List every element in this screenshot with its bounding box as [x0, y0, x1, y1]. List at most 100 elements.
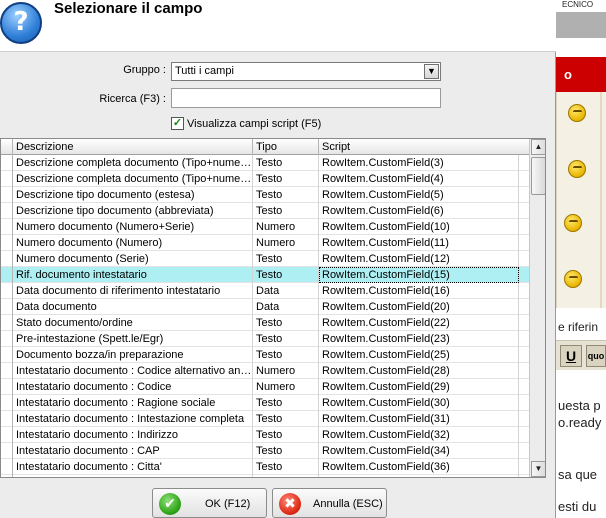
cell-tipo: Testo [253, 267, 319, 283]
table-row[interactable]: Intestatario documento : Citta' Testo RowI… [1, 459, 529, 475]
cell-tipo [253, 475, 319, 477]
ok-button[interactable]: ✔ OK (F12) [152, 488, 267, 518]
background-red-bar: o [556, 57, 606, 92]
table-row[interactable]: Rif. documento intestatario Testo RowItem.… [1, 267, 529, 283]
cell-descrizione: Data documento [13, 299, 253, 315]
cell-descrizione: Pre-intestazione (Spett.le/Egr) [13, 331, 253, 347]
cell-script: RowItem.CustomField(31) [319, 411, 519, 427]
background-text-line: esti du [558, 499, 597, 514]
cell-tipo: Testo [253, 411, 319, 427]
panel-divider [600, 92, 602, 308]
table-row[interactable]: Descrizione tipo documento (abbreviata) T… [1, 203, 529, 219]
table-row[interactable]: Numero documento (Serie) Testo RowItem.Cus… [1, 251, 529, 267]
table-row[interactable]: Stato documento/ordine Testo RowItem.Custo… [1, 315, 529, 331]
scroll-up-icon[interactable]: ▲ [531, 139, 545, 155]
emoticon-icon[interactable] [568, 104, 586, 122]
cancel-button[interactable]: ✖ Annulla (ESC) [272, 488, 387, 518]
table-row[interactable]: Documento bozza/in preparazione Testo RowI… [1, 347, 529, 363]
quote-button[interactable]: quo [586, 345, 606, 367]
cell-tipo: Testo [253, 315, 319, 331]
table-row[interactable]: Intestatario documento : Codice alternat… [1, 363, 529, 379]
cell-script: RowItem.CustomField(20) [319, 299, 519, 315]
table-row[interactable]: Intestatario documento : Ragione sociale… [1, 395, 529, 411]
column-header-descrizione[interactable]: Descrizione [13, 139, 253, 155]
cell-script: RowItem.CustomField(32) [319, 427, 519, 443]
cell-tipo: Data [253, 283, 319, 299]
table-row[interactable] [1, 475, 529, 477]
table-row[interactable]: Data documento di riferimento intestatar… [1, 283, 529, 299]
cell-tipo: Testo [253, 347, 319, 363]
row-indicator [1, 475, 13, 477]
row-indicator [1, 267, 13, 283]
cell-descrizione: Intestatario documento : Citta' [13, 459, 253, 475]
cell-tipo: Testo [253, 251, 319, 267]
cell-tipo: Testo [253, 155, 319, 171]
row-indicator [1, 219, 13, 235]
cell-descrizione: Descrizione tipo documento (estesa) [13, 187, 253, 203]
cell-descrizione [13, 475, 253, 477]
table-row[interactable]: Intestatario documento : CAP Testo RowItem… [1, 443, 529, 459]
cell-descrizione: Intestatario documento : Ragione sociale [13, 395, 253, 411]
table-row[interactable]: Descrizione tipo documento (estesa) Testo… [1, 187, 529, 203]
cell-script: RowItem.CustomField(30) [319, 395, 519, 411]
table-row[interactable]: Pre-intestazione (Spett.le/Egr) Testo RowI… [1, 331, 529, 347]
cell-tipo: Testo [253, 443, 319, 459]
cell-script: RowItem.CustomField(4) [319, 171, 519, 187]
table-row[interactable]: Descrizione completa documento (Tipo+num… [1, 171, 529, 187]
gruppo-select[interactable]: Tutti i campi ▼ [171, 62, 441, 81]
row-indicator [1, 187, 13, 203]
emoticon-icon[interactable] [564, 270, 582, 288]
cell-script: RowItem.CustomField(22) [319, 315, 519, 331]
cell-script: RowItem.CustomField(29) [319, 379, 519, 395]
dialog-title: Selezionare il campo [54, 0, 203, 17]
background-text-line: uesta p [558, 398, 601, 413]
dialog-header: ? Selezionare il campo [0, 0, 556, 52]
row-indicator [1, 443, 13, 459]
row-indicator [1, 315, 13, 331]
table-row[interactable]: Descrizione completa documento (Tipo+num… [1, 155, 529, 171]
script-fields-label[interactable]: Visualizza campi script (F5) [187, 118, 321, 130]
table-row[interactable]: Intestatario documento : Indirizzo Testo R… [1, 427, 529, 443]
cell-tipo: Testo [253, 187, 319, 203]
emoticon-icon[interactable] [564, 214, 582, 232]
ok-button-label: OK (F12) [205, 498, 251, 510]
cell-descrizione: Data documento di riferimento intestatar… [13, 283, 253, 299]
cell-tipo: Testo [253, 203, 319, 219]
cell-descrizione: Intestatario documento : Codice alternat… [13, 363, 253, 379]
row-indicator [1, 363, 13, 379]
script-fields-checkbox[interactable]: ✓ [171, 117, 184, 130]
column-header-tipo[interactable]: Tipo [253, 139, 319, 155]
cell-script: RowItem.CustomField(16) [319, 283, 519, 299]
cell-script: RowItem.CustomField(34) [319, 443, 519, 459]
table-row[interactable]: Data documento Data RowItem.CustomField(20… [1, 299, 529, 315]
row-indicator [1, 379, 13, 395]
ricerca-input[interactable] [171, 88, 441, 108]
cell-script: RowItem.CustomField(28) [319, 363, 519, 379]
cell-descrizione: Rif. documento intestatario [13, 267, 253, 283]
chevron-down-icon[interactable]: ▼ [424, 64, 439, 79]
background-web-page: ECNICO o e riferin U quo uesta p o.ready… [556, 0, 606, 518]
cell-script: RowItem.CustomField(15) [319, 267, 519, 283]
row-indicator [1, 251, 13, 267]
underline-button[interactable]: U [560, 345, 582, 367]
cell-descrizione: Descrizione completa documento (Tipo+num… [13, 155, 253, 171]
checkmark-icon: ✔ [159, 493, 181, 515]
emoticon-panel [556, 92, 606, 308]
table-row[interactable]: Intestatario documento : Codice Numero Row… [1, 379, 529, 395]
scrollbar-thumb[interactable] [531, 157, 545, 195]
select-field-dialog: ? Selezionare il campo Gruppo : Tutti i … [0, 0, 556, 518]
cell-descrizione: Stato documento/ordine [13, 315, 253, 331]
table-header: Descrizione Tipo Script [1, 139, 529, 155]
table-row[interactable]: Numero documento (Numero) Numero RowItem.C… [1, 235, 529, 251]
row-indicator [1, 235, 13, 251]
ricerca-label: Ricerca (F3) : [99, 93, 166, 105]
column-header-script[interactable]: Script [319, 139, 529, 155]
table-row[interactable]: Numero documento (Numero+Serie) Numero Row… [1, 219, 529, 235]
vertical-scrollbar[interactable]: ▲ ▼ [529, 139, 545, 477]
scroll-down-icon[interactable]: ▼ [531, 461, 545, 477]
emoticon-icon[interactable] [568, 160, 586, 178]
cell-descrizione: Numero documento (Numero+Serie) [13, 219, 253, 235]
row-indicator-header [1, 139, 13, 155]
table-row[interactable]: Intestatario documento : Intestazione co… [1, 411, 529, 427]
cell-tipo: Testo [253, 395, 319, 411]
